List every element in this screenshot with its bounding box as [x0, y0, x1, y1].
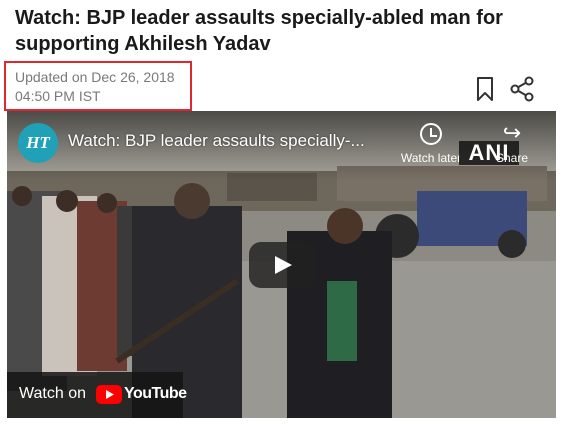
updated-date: Updated on Dec 26, 2018 — [15, 69, 175, 85]
channel-avatar[interactable]: HT — [18, 123, 58, 163]
share-icon[interactable] — [509, 76, 534, 102]
watch-on-label: Watch on — [19, 385, 86, 402]
article-headline: Watch: BJP leader assaults specially-abl… — [15, 5, 555, 57]
youtube-wordmark: YouTube — [124, 385, 187, 402]
watch-later-label: Watch later — [400, 151, 462, 165]
headline-line-2: supporting Akhilesh Yadav — [15, 33, 271, 55]
share-arrow-icon: ↪ — [502, 121, 522, 146]
watch-later-button[interactable]: Watch later — [395, 123, 467, 165]
play-button[interactable] — [249, 242, 315, 288]
video-share-button[interactable]: ↪ Share — [487, 121, 537, 166]
updated-time: 04:50 PM IST — [15, 88, 101, 104]
clock-icon — [420, 123, 442, 145]
embedded-video-player[interactable]: HT Watch: BJP leader assaults specially-… — [7, 111, 556, 418]
watch-on-youtube-button[interactable]: Watch on YouTube — [7, 372, 187, 418]
youtube-logo-icon — [96, 385, 122, 404]
headline-line-1: Watch: BJP leader assaults specially-abl… — [15, 7, 503, 29]
bookmark-icon[interactable] — [473, 76, 497, 102]
video-share-label: Share — [495, 151, 529, 165]
video-title-link[interactable]: Watch: BJP leader assaults specially-... — [68, 131, 388, 151]
